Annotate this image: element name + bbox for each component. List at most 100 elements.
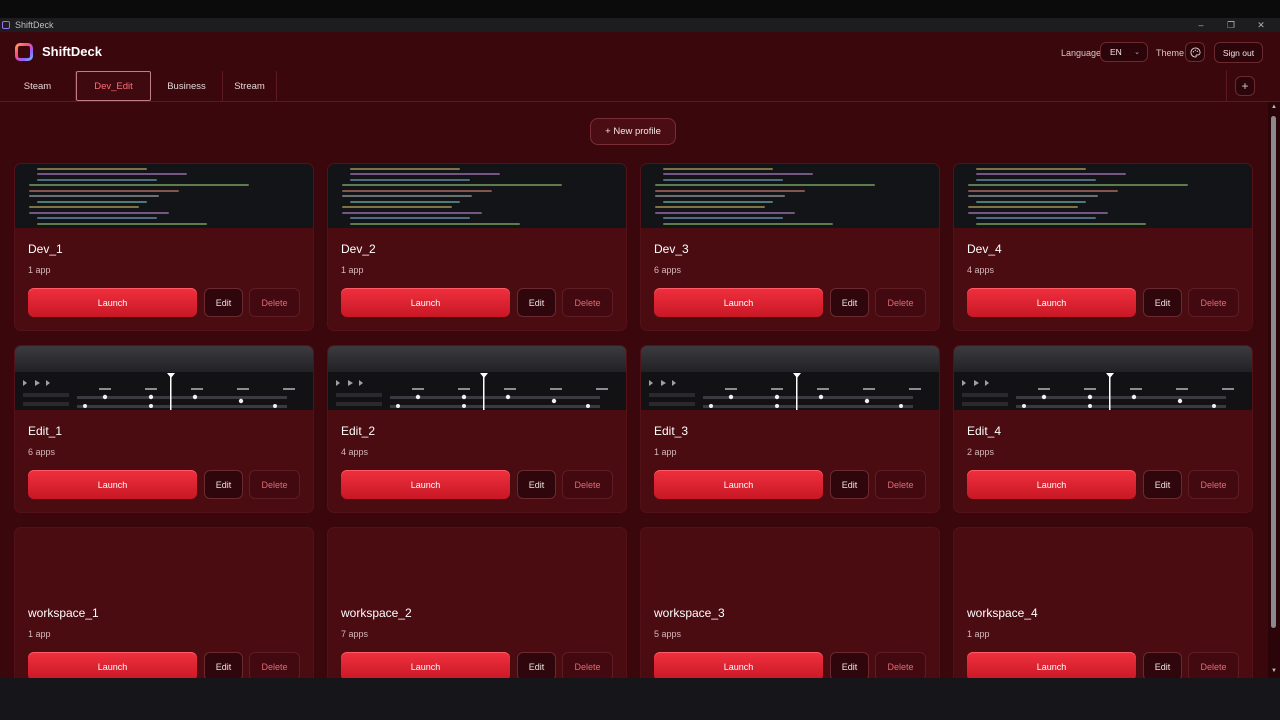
profile-thumbnail bbox=[15, 528, 313, 592]
scroll-down-icon[interactable]: ▼ bbox=[1270, 668, 1278, 674]
profile-thumbnail bbox=[15, 164, 313, 228]
language-select[interactable]: EN ⌄ bbox=[1100, 42, 1148, 62]
profile-title: Edit_4 bbox=[967, 424, 1002, 438]
launch-button[interactable]: Launch bbox=[654, 470, 823, 499]
window-titlebar: ShiftDeck – ❐ ✕ bbox=[0, 18, 1280, 32]
launch-button[interactable]: Launch bbox=[967, 470, 1136, 499]
sign-out-button[interactable]: Sign out bbox=[1214, 42, 1263, 63]
edit-button[interactable]: Edit bbox=[1143, 288, 1182, 317]
add-tab-area: + bbox=[1226, 70, 1280, 101]
brand-name: ShiftDeck bbox=[42, 44, 102, 59]
profile-title: Edit_2 bbox=[341, 424, 376, 438]
launch-button[interactable]: Launch bbox=[341, 652, 510, 678]
profile-thumbnail bbox=[954, 528, 1252, 592]
scroll-up-icon[interactable]: ▲ bbox=[1270, 104, 1278, 110]
delete-button[interactable]: Delete bbox=[1188, 470, 1239, 499]
taskbar-area bbox=[0, 678, 1280, 720]
launch-button[interactable]: Launch bbox=[341, 470, 510, 499]
launch-button[interactable]: Launch bbox=[654, 652, 823, 678]
profile-app-count: 4 apps bbox=[967, 265, 995, 275]
profile-card: workspace_2 7 apps Launch Edit Delete bbox=[328, 528, 626, 678]
launch-button[interactable]: Launch bbox=[967, 288, 1136, 317]
profile-title: workspace_1 bbox=[28, 606, 99, 620]
profile-thumbnail bbox=[954, 164, 1252, 228]
tab-steam[interactable]: Steam bbox=[0, 71, 76, 101]
minimize-icon[interactable]: – bbox=[1186, 18, 1216, 32]
delete-button[interactable]: Delete bbox=[875, 288, 926, 317]
profile-card: workspace_3 5 apps Launch Edit Delete bbox=[641, 528, 939, 678]
delete-button[interactable]: Delete bbox=[562, 288, 613, 317]
delete-button[interactable]: Delete bbox=[249, 470, 300, 499]
edit-button[interactable]: Edit bbox=[204, 470, 243, 499]
edit-button[interactable]: Edit bbox=[517, 652, 556, 678]
edit-button[interactable]: Edit bbox=[830, 652, 869, 678]
language-value: EN bbox=[1110, 47, 1122, 57]
profile-title: workspace_4 bbox=[967, 606, 1038, 620]
add-tab-button[interactable]: + bbox=[1235, 76, 1255, 96]
scroll-thumb[interactable] bbox=[1271, 116, 1276, 628]
language-label: Language bbox=[1061, 48, 1102, 58]
launch-button[interactable]: Launch bbox=[654, 288, 823, 317]
launch-button[interactable]: Launch bbox=[28, 470, 197, 499]
edit-button[interactable]: Edit bbox=[830, 288, 869, 317]
theme-button[interactable] bbox=[1185, 42, 1205, 62]
chevron-down-icon: ⌄ bbox=[1134, 49, 1140, 56]
profile-thumbnail bbox=[328, 528, 626, 592]
launch-button[interactable]: Launch bbox=[28, 652, 197, 678]
profile-card: Edit_1 6 apps Launch Edit Delete bbox=[15, 346, 313, 512]
profile-thumbnail bbox=[328, 164, 626, 228]
profile-app-count: 1 app bbox=[28, 629, 51, 639]
profile-title: Edit_1 bbox=[28, 424, 63, 438]
profile-app-count: 5 apps bbox=[654, 629, 682, 639]
delete-button[interactable]: Delete bbox=[1188, 288, 1239, 317]
close-icon[interactable]: ✕ bbox=[1246, 18, 1276, 32]
window-title: ShiftDeck bbox=[15, 20, 54, 30]
profile-card: Dev_1 1 app Launch Edit Delete bbox=[15, 164, 313, 330]
edit-button[interactable]: Edit bbox=[517, 288, 556, 317]
profile-app-count: 6 apps bbox=[28, 447, 56, 457]
profile-thumbnail bbox=[641, 528, 939, 592]
tab-stream[interactable]: Stream bbox=[223, 71, 277, 101]
edit-button[interactable]: Edit bbox=[517, 470, 556, 499]
profile-title: workspace_3 bbox=[654, 606, 725, 620]
profile-app-count: 1 app bbox=[28, 265, 51, 275]
launch-button[interactable]: Launch bbox=[28, 288, 197, 317]
profile-app-count: 6 apps bbox=[654, 265, 682, 275]
profile-title: Dev_4 bbox=[967, 242, 1002, 256]
profile-title: Dev_3 bbox=[654, 242, 689, 256]
delete-button[interactable]: Delete bbox=[249, 288, 300, 317]
profile-app-count: 4 apps bbox=[341, 447, 369, 457]
launch-button[interactable]: Launch bbox=[341, 288, 510, 317]
edit-button[interactable]: Edit bbox=[830, 470, 869, 499]
app-icon bbox=[2, 21, 10, 29]
tab-dev-edit[interactable]: Dev_Edit bbox=[76, 71, 151, 101]
edit-button[interactable]: Edit bbox=[1143, 470, 1182, 499]
profile-card: workspace_4 1 app Launch Edit Delete bbox=[954, 528, 1252, 678]
profile-thumbnail bbox=[954, 346, 1252, 410]
delete-button[interactable]: Delete bbox=[875, 470, 926, 499]
profile-card: Edit_3 1 app Launch Edit Delete bbox=[641, 346, 939, 512]
delete-button[interactable]: Delete bbox=[1188, 652, 1239, 678]
profile-title: workspace_2 bbox=[341, 606, 412, 620]
edit-button[interactable]: Edit bbox=[204, 288, 243, 317]
scrollbar[interactable]: ▲ ▼ bbox=[1268, 102, 1280, 678]
delete-button[interactable]: Delete bbox=[249, 652, 300, 678]
delete-button[interactable]: Delete bbox=[875, 652, 926, 678]
profile-thumbnail bbox=[15, 346, 313, 410]
profile-card: Edit_2 4 apps Launch Edit Delete bbox=[328, 346, 626, 512]
palette-icon bbox=[1190, 46, 1201, 58]
edit-button[interactable]: Edit bbox=[204, 652, 243, 678]
new-profile-button[interactable]: + New profile bbox=[590, 118, 676, 145]
profile-card: Dev_2 1 app Launch Edit Delete bbox=[328, 164, 626, 330]
top-strip bbox=[0, 0, 1280, 18]
delete-button[interactable]: Delete bbox=[562, 652, 613, 678]
tab-business[interactable]: Business bbox=[151, 71, 223, 101]
profile-title: Dev_1 bbox=[28, 242, 63, 256]
delete-button[interactable]: Delete bbox=[562, 470, 613, 499]
edit-button[interactable]: Edit bbox=[1143, 652, 1182, 678]
restore-icon[interactable]: ❐ bbox=[1216, 18, 1246, 32]
app-root: ShiftDeck Language EN ⌄ Theme Sign out S… bbox=[0, 32, 1280, 678]
launch-button[interactable]: Launch bbox=[967, 652, 1136, 678]
profile-tabs: Steam Dev_Edit Business Stream + bbox=[0, 70, 1280, 102]
profile-thumbnail bbox=[328, 346, 626, 410]
